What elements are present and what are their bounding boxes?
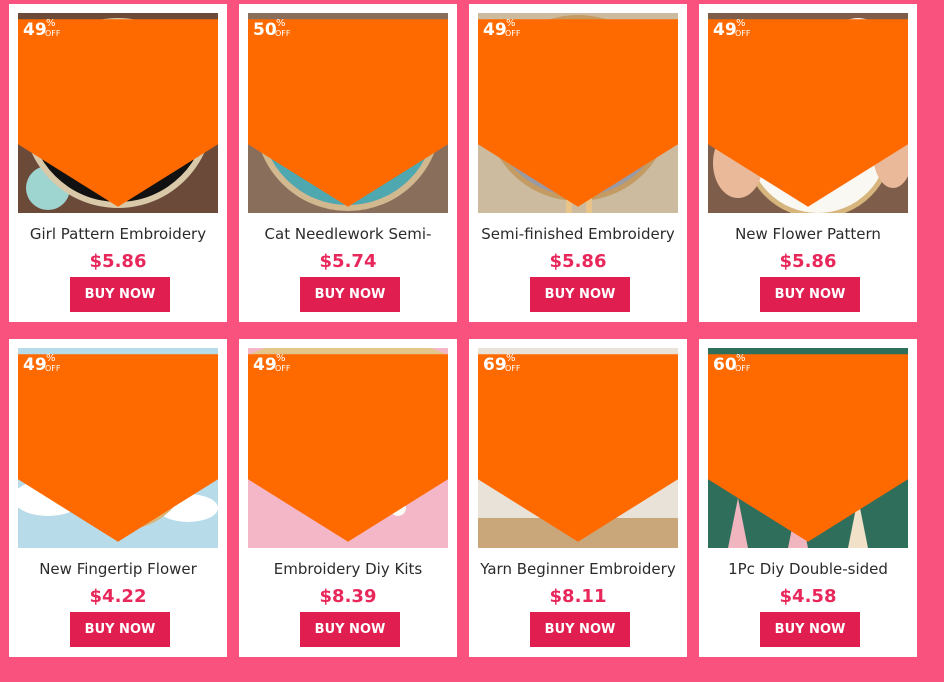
discount-value: 49 — [713, 20, 737, 40]
discount-value: 69 — [483, 355, 507, 375]
product-title[interactable]: New Flower Pattern — [705, 223, 911, 245]
product-price: $5.86 — [89, 251, 147, 272]
buy-now-button[interactable]: BUY NOW — [70, 612, 170, 647]
product-image[interactable]: 49 % OFF — [248, 348, 448, 548]
discount-value: 49 — [23, 355, 47, 375]
discount-badge: 60 % OFF — [708, 348, 908, 542]
discount-value: 49 — [23, 20, 47, 40]
discount-value: 60 — [713, 355, 737, 375]
buy-now-button[interactable]: BUY NOW — [70, 277, 170, 312]
product-image[interactable]: 49 % OFF — [18, 13, 218, 213]
percent-symbol: % — [46, 18, 56, 29]
discount-badge: 49 % OFF — [248, 348, 448, 542]
product-image[interactable]: 69 % OFF — [478, 348, 678, 548]
product-card[interactable]: 69 % OFF Yarn Beginner Embroidery $8.11 … — [469, 339, 687, 657]
discount-badge: 49 % OFF — [18, 13, 218, 207]
product-card[interactable]: 49 % OFF New Flower Pattern $5.86 BUY NO… — [699, 4, 917, 322]
discount-badge: 69 % OFF — [478, 348, 678, 542]
buy-now-button[interactable]: BUY NOW — [300, 612, 400, 647]
off-label: OFF — [735, 364, 751, 373]
off-label: OFF — [505, 364, 521, 373]
discount-badge: 50 % OFF — [248, 13, 448, 207]
buy-now-button[interactable]: BUY NOW — [530, 612, 630, 647]
product-title[interactable]: 1Pc Diy Double-sided — [705, 558, 911, 580]
product-image[interactable]: 49 % OFF — [18, 348, 218, 548]
product-title[interactable]: Cat Needlework Semi- — [245, 223, 451, 245]
product-image[interactable]: 49 % OFF — [478, 13, 678, 213]
product-price: $8.39 — [319, 586, 377, 607]
product-title[interactable]: Embroidery Diy Kits — [245, 558, 451, 580]
product-price: $5.74 — [319, 251, 377, 272]
off-label: OFF — [505, 29, 521, 38]
product-image[interactable]: 50 % OFF — [248, 13, 448, 213]
product-image[interactable]: 60 % OFF — [708, 348, 908, 548]
off-label: OFF — [275, 29, 291, 38]
off-label: OFF — [735, 29, 751, 38]
discount-badge: 49 % OFF — [478, 13, 678, 207]
product-title[interactable]: New Fingertip Flower — [15, 558, 221, 580]
product-title[interactable]: Semi-finished Embroidery — [475, 223, 681, 245]
percent-symbol: % — [506, 353, 516, 364]
product-card[interactable]: 49 % OFF Embroidery Diy Kits $8.39 BUY N… — [239, 339, 457, 657]
percent-symbol: % — [506, 18, 516, 29]
product-price: $4.22 — [89, 586, 147, 607]
product-title[interactable]: Yarn Beginner Embroidery — [475, 558, 681, 580]
product-image[interactable]: 49 % OFF — [708, 13, 908, 213]
discount-value: 50 — [253, 20, 277, 40]
discount-value: 49 — [483, 20, 507, 40]
product-card[interactable]: 49 % OFF Semi-finished Embroidery $5.86 … — [469, 4, 687, 322]
buy-now-button[interactable]: BUY NOW — [760, 277, 860, 312]
product-card[interactable]: 60 % OFF 1Pc Diy Double-sided $4.58 BUY … — [699, 339, 917, 657]
product-price: $5.86 — [779, 251, 837, 272]
discount-badge: 49 % OFF — [708, 13, 908, 207]
product-price: $8.11 — [549, 586, 607, 607]
discount-badge: 49 % OFF — [18, 348, 218, 542]
buy-now-button[interactable]: BUY NOW — [760, 612, 860, 647]
percent-symbol: % — [276, 353, 286, 364]
off-label: OFF — [45, 364, 61, 373]
buy-now-button[interactable]: BUY NOW — [530, 277, 630, 312]
percent-symbol: % — [736, 353, 746, 364]
percent-symbol: % — [736, 18, 746, 29]
product-card[interactable]: 49 % OFF New Fingertip Flower $4.22 BUY … — [9, 339, 227, 657]
discount-value: 49 — [253, 355, 277, 375]
product-price: $4.58 — [779, 586, 837, 607]
product-grid: 49 % OFF Girl Pattern Embroidery $5.86 B… — [0, 0, 944, 682]
product-price: $5.86 — [549, 251, 607, 272]
product-title[interactable]: Girl Pattern Embroidery — [15, 223, 221, 245]
percent-symbol: % — [46, 353, 56, 364]
off-label: OFF — [45, 29, 61, 38]
off-label: OFF — [275, 364, 291, 373]
product-card[interactable]: 50 % OFF Cat Needlework Semi- $5.74 BUY … — [239, 4, 457, 322]
product-card[interactable]: 49 % OFF Girl Pattern Embroidery $5.86 B… — [9, 4, 227, 322]
percent-symbol: % — [276, 18, 286, 29]
buy-now-button[interactable]: BUY NOW — [300, 277, 400, 312]
